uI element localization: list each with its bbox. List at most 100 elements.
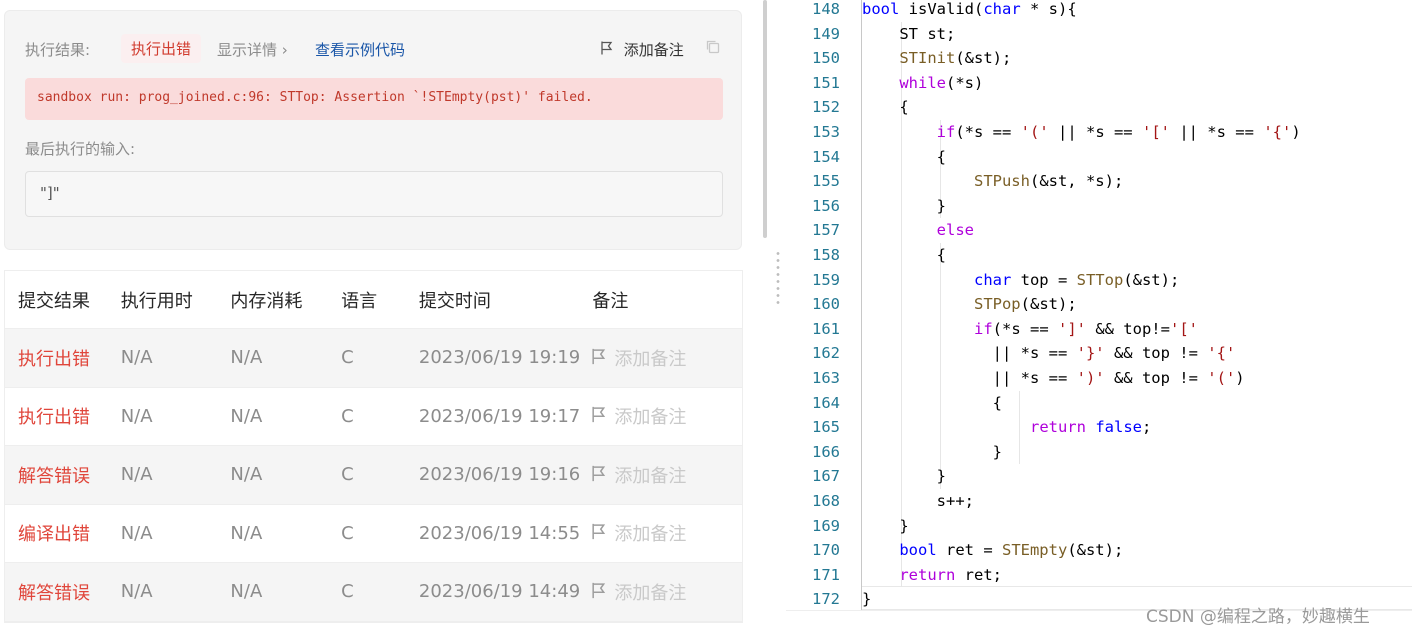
row-memory: N/A (230, 347, 263, 369)
row-memory: N/A (230, 581, 263, 603)
row-add-note-button[interactable]: 添加备注 (592, 403, 742, 429)
code-line: } (862, 590, 872, 609)
row-result[interactable]: 执行出错 (5, 403, 121, 429)
line-number: 149 (812, 24, 840, 43)
code-line: { (862, 393, 1002, 412)
line-number: 169 (812, 516, 840, 535)
col-header-note: 备注 (592, 290, 629, 312)
row-runtime: N/A (120, 581, 153, 603)
add-note-label: 添加备注 (614, 582, 687, 604)
row-language: C (341, 581, 354, 603)
code-line: STPush(&st, *s); (973, 172, 1124, 191)
result-status-badge: 执行出错 (121, 34, 202, 63)
line-number: 161 (812, 319, 840, 338)
table-row[interactable]: 解答错误 N/A N/A C 2023/06/19 19:16 添加备注 (5, 446, 742, 505)
panel-resize-handle[interactable] (776, 250, 780, 306)
copy-icon[interactable] (705, 39, 721, 55)
submission-panel: 执行结果: 执行出错 显示详情 › 查看示例代码 添加备注 sandbox ru… (0, 0, 770, 635)
row-result[interactable]: 编译出错 (5, 520, 121, 546)
row-result[interactable]: 执行出错 (5, 345, 121, 371)
row-memory: N/A (230, 464, 263, 486)
chevron-right-icon: › (281, 41, 288, 59)
code-line: } (862, 442, 1002, 461)
line-number: 157 (812, 221, 840, 240)
code-line: { (862, 147, 946, 166)
line-number: 160 (812, 295, 840, 314)
result-header: 执行结果: 执行出错 显示详情 › 查看示例代码 添加备注 (25, 34, 725, 63)
code-line: ST st; (862, 24, 956, 43)
row-language: C (341, 522, 354, 544)
left-panel-scrollbar[interactable] (763, 0, 767, 238)
submissions-table: 提交结果 执行用时 内存消耗 语言 提交时间 备注 执行出错 N/A N/A C… (4, 270, 743, 623)
col-header-memory: 内存消耗 (230, 290, 303, 312)
code-editor[interactable]: 148 149 150 151 152 153 154 155 156 157 158 159 160 1… (786, 0, 1412, 610)
row-memory: N/A (230, 405, 263, 427)
line-number: 164 (812, 393, 840, 412)
code-line: return ret; (899, 565, 1002, 584)
line-number: 166 (812, 442, 840, 461)
col-header-submitted: 提交时间 (418, 290, 491, 312)
line-number: 150 (812, 49, 840, 68)
code-line: else (936, 221, 974, 240)
add-note-label: 添加备注 (614, 407, 687, 429)
table-row[interactable]: 执行出错 N/A N/A C 2023/06/19 19:17 添加备注 (5, 388, 742, 446)
table-row[interactable]: 解答错误 N/A N/A C 2023/06/19 14:49 添加备注 (5, 563, 742, 622)
row-runtime: N/A (120, 405, 153, 427)
row-add-note-button[interactable]: 添加备注 (592, 579, 742, 605)
view-example-code-link[interactable]: 查看示例代码 (315, 39, 405, 60)
row-language: C (341, 347, 354, 369)
line-number-gutter: 148 149 150 151 152 153 154 155 156 157 158 159 160 1… (786, 0, 852, 610)
code-line: { (862, 98, 909, 117)
code-area[interactable]: bool isValid(char * s){ ST st; STInit(&s… (861, 0, 1412, 610)
code-line: || *s == '}' && top != '{' (862, 344, 1236, 363)
code-line: while(*s) (899, 73, 984, 92)
table-header: 提交结果 执行用时 内存消耗 语言 提交时间 备注 (5, 271, 742, 329)
row-submitted-time: 2023/06/19 19:16 (418, 464, 581, 486)
flag-icon (601, 41, 618, 59)
row-submitted-time: 2023/06/19 19:17 (418, 405, 581, 427)
code-line: bool ret = STEmpty(&st); (899, 541, 1124, 560)
line-number: 168 (812, 492, 840, 510)
code-line: if(*s == '(' || *s == '[' || *s == '{') (936, 123, 1301, 141)
add-note-button[interactable]: 添加备注 (601, 39, 684, 60)
line-number: 156 (812, 196, 840, 215)
row-runtime: N/A (120, 464, 153, 486)
code-line: s++; (862, 492, 974, 510)
line-number: 153 (812, 123, 840, 141)
code-line: STPop(&st); (973, 295, 1077, 314)
line-number: 163 (812, 369, 840, 387)
show-details-link[interactable]: 显示详情 › (217, 39, 288, 60)
code-line: bool isValid(char * s){ (862, 0, 1077, 18)
line-number: 148 (812, 0, 840, 18)
row-add-note-button[interactable]: 添加备注 (592, 520, 742, 546)
row-memory: N/A (230, 522, 263, 544)
line-number: 154 (812, 147, 840, 166)
line-number: 162 (812, 344, 840, 363)
row-result[interactable]: 解答错误 (5, 579, 121, 605)
row-add-note-button[interactable]: 添加备注 (592, 345, 742, 371)
add-note-label: 添加备注 (614, 348, 687, 370)
add-note-label: 添加备注 (614, 465, 687, 487)
col-header-runtime: 执行用时 (120, 290, 193, 312)
error-message: sandbox run: prog_joined.c:96: STTop: As… (25, 78, 723, 120)
line-number: 171 (812, 565, 840, 584)
table-row[interactable]: 执行出错 N/A N/A C 2023/06/19 19:19 添加备注 (5, 329, 742, 388)
flag-icon (592, 406, 606, 428)
code-line: } (862, 196, 946, 215)
code-line: if(*s == ']' && top!='[' (973, 319, 1198, 338)
flag-icon (592, 582, 606, 604)
row-add-note-button[interactable]: 添加备注 (592, 462, 742, 488)
row-result[interactable]: 解答错误 (5, 462, 121, 488)
row-language: C (341, 405, 354, 427)
line-number: 158 (812, 246, 840, 264)
flag-icon (592, 348, 606, 370)
code-line: } (862, 467, 946, 486)
code-line: return false; (1029, 418, 1152, 437)
table-row[interactable]: 编译出错 N/A N/A C 2023/06/19 14:55 添加备注 (5, 505, 742, 563)
flag-icon (592, 465, 606, 487)
result-label: 执行结果: (25, 41, 91, 59)
execution-result-card: 执行结果: 执行出错 显示详情 › 查看示例代码 添加备注 sandbox ru… (4, 10, 742, 250)
show-details-label: 显示详情 (217, 41, 278, 59)
row-submitted-time: 2023/06/19 14:49 (418, 581, 581, 603)
code-line: STInit(&st); (899, 49, 1012, 68)
